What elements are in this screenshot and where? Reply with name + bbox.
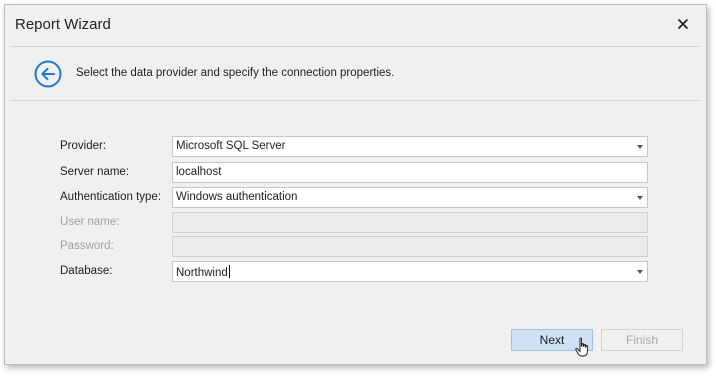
authentication-type-label: Authentication type:: [60, 191, 162, 203]
authentication-type-value: Windows authentication: [176, 191, 298, 203]
text-cursor: [228, 265, 230, 278]
provider-label: Provider:: [60, 140, 107, 152]
back-button[interactable]: [33, 59, 63, 89]
chevron-down-icon[interactable]: [637, 196, 643, 200]
user-name-label: User name:: [60, 216, 120, 228]
finish-button: Finish: [601, 329, 683, 351]
user-name-input: [172, 212, 648, 233]
title-bar: Report Wizard: [5, 5, 706, 45]
chevron-down-icon[interactable]: [637, 145, 643, 149]
server-name-value: localhost: [176, 166, 222, 178]
server-name-input[interactable]: localhost: [172, 162, 648, 183]
database-label: Database:: [60, 265, 113, 277]
server-name-label: Server name:: [60, 166, 130, 178]
next-button[interactable]: Next: [511, 329, 593, 351]
window-title: Report Wizard: [15, 16, 111, 33]
close-button[interactable]: [674, 15, 692, 33]
password-label: Password:: [60, 240, 114, 252]
chevron-down-icon[interactable]: [637, 270, 643, 274]
password-input: [172, 236, 648, 257]
provider-dropdown[interactable]: Microsoft SQL Server: [172, 136, 648, 157]
provider-value: Microsoft SQL Server: [176, 140, 286, 152]
back-arrow-icon: [34, 60, 62, 88]
close-icon: [678, 19, 688, 29]
wizard-header: Select the data provider and specify the…: [11, 46, 700, 101]
authentication-type-dropdown[interactable]: Windows authentication: [172, 187, 648, 208]
database-value: Northwind: [176, 267, 228, 279]
header-instruction: Select the data provider and specify the…: [76, 67, 395, 79]
report-wizard-window: Report Wizard Select the data provider a…: [4, 4, 707, 365]
database-dropdown[interactable]: Northwind: [172, 261, 648, 282]
